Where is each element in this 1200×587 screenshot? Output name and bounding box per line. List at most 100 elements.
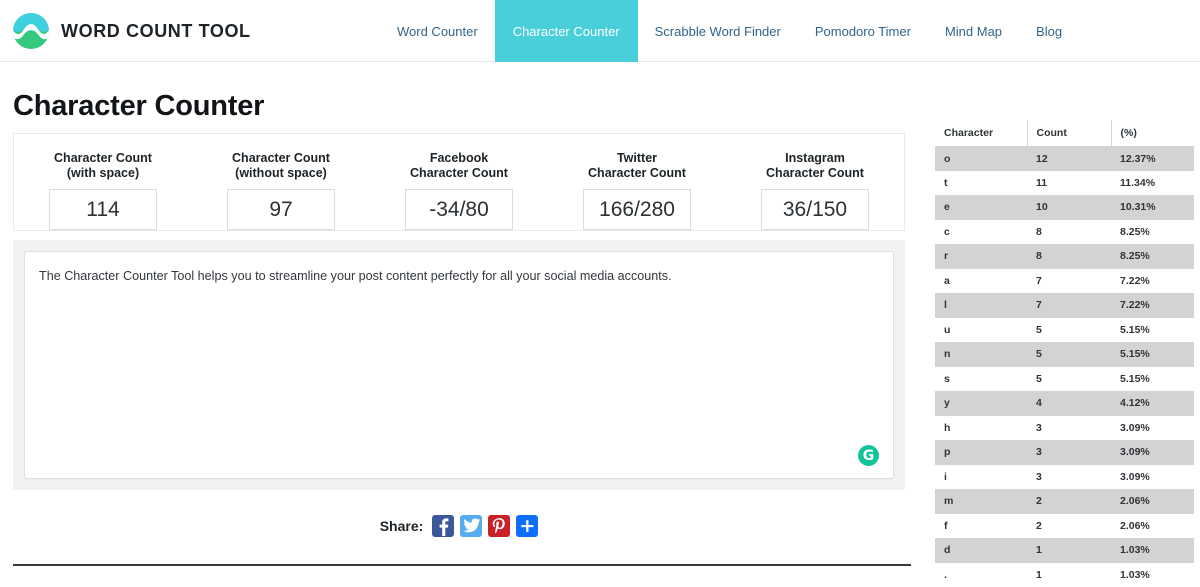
- editor-panel: The Character Counter Tool helps you to …: [13, 240, 905, 490]
- wave-circle-logo-icon: [12, 12, 50, 50]
- table-row: c88.25%: [935, 220, 1194, 245]
- cell-character: u: [935, 318, 1027, 343]
- column-header-character[interactable]: Character: [935, 120, 1027, 146]
- cell-count: 3: [1027, 440, 1111, 465]
- nav-item-character-counter[interactable]: Character Counter: [495, 0, 638, 62]
- cell-count: 8: [1027, 244, 1111, 269]
- table-row: o1212.37%: [935, 146, 1194, 171]
- table-row: .11.03%: [935, 563, 1194, 587]
- cell-percent: 3.09%: [1111, 416, 1194, 441]
- share-row: Share: +: [13, 512, 905, 540]
- cell-count: 3: [1027, 416, 1111, 441]
- cell-character: a: [935, 269, 1027, 294]
- cell-count: 5: [1027, 342, 1111, 367]
- nav-item-word-counter[interactable]: Word Counter: [380, 0, 495, 62]
- table-row: a77.22%: [935, 269, 1194, 294]
- cell-character: s: [935, 367, 1027, 392]
- table-row: t1111.34%: [935, 171, 1194, 196]
- cell-count: 1: [1027, 538, 1111, 563]
- cell-percent: 1.03%: [1111, 538, 1194, 563]
- counter-value: 166/280: [583, 189, 691, 230]
- cell-character: f: [935, 514, 1027, 539]
- cell-percent: 4.12%: [1111, 391, 1194, 416]
- twitter-share-button[interactable]: [460, 515, 482, 537]
- grammarly-glyph: G: [863, 449, 875, 463]
- cell-count: 7: [1027, 269, 1111, 294]
- cell-count: 11: [1027, 171, 1111, 196]
- plus-icon: +: [519, 518, 535, 534]
- facebook-share-button[interactable]: [432, 515, 454, 537]
- cell-percent: 3.09%: [1111, 440, 1194, 465]
- addthis-share-button[interactable]: +: [516, 515, 538, 537]
- column-header-count[interactable]: Count: [1027, 120, 1111, 146]
- cell-count: 12: [1027, 146, 1111, 171]
- cell-count: 7: [1027, 293, 1111, 318]
- cell-character: .: [935, 563, 1027, 587]
- column-header-percent[interactable]: (%): [1111, 120, 1194, 146]
- cell-percent: 7.22%: [1111, 269, 1194, 294]
- cell-character: n: [935, 342, 1027, 367]
- cell-count: 5: [1027, 367, 1111, 392]
- cell-percent: 8.25%: [1111, 220, 1194, 245]
- cell-count: 8: [1027, 220, 1111, 245]
- table-body: o1212.37%t1111.34%e1010.31%c88.25%r88.25…: [935, 146, 1194, 587]
- brand-home-link[interactable]: WORD COUNT TOOL: [12, 0, 251, 62]
- cell-percent: 7.22%: [1111, 293, 1194, 318]
- counter-twitter-character-count: Twitter Character Count 166/280: [548, 134, 726, 230]
- cell-count: 10: [1027, 195, 1111, 220]
- counter-character-count-without-space: Character Count (without space) 97: [192, 134, 370, 230]
- table-row: i33.09%: [935, 465, 1194, 490]
- table-row: s55.15%: [935, 367, 1194, 392]
- cell-percent: 1.03%: [1111, 563, 1194, 587]
- cell-character: r: [935, 244, 1027, 269]
- table-row: r88.25%: [935, 244, 1194, 269]
- counter-label: Twitter Character Count: [588, 151, 686, 181]
- site-header: WORD COUNT TOOL Word Counter Character C…: [0, 0, 1200, 62]
- counter-character-count-with-space: Character Count (with space) 114: [14, 134, 192, 230]
- table-row: u55.15%: [935, 318, 1194, 343]
- counter-facebook-character-count: Facebook Character Count -34/80: [370, 134, 548, 230]
- cell-count: 5: [1027, 318, 1111, 343]
- counter-value: 114: [49, 189, 157, 230]
- cell-character: m: [935, 489, 1027, 514]
- cell-count: 1: [1027, 563, 1111, 587]
- cell-character: e: [935, 195, 1027, 220]
- text-input-area[interactable]: The Character Counter Tool helps you to …: [24, 251, 894, 479]
- nav-item-blog[interactable]: Blog: [1019, 0, 1079, 62]
- table-row: m22.06%: [935, 489, 1194, 514]
- cell-percent: 5.15%: [1111, 367, 1194, 392]
- character-frequency-table: Character Count (%) o1212.37%t1111.34%e1…: [935, 120, 1194, 587]
- cell-character: c: [935, 220, 1027, 245]
- facebook-icon: [432, 515, 454, 537]
- counter-value: 97: [227, 189, 335, 230]
- counter-label: Facebook Character Count: [410, 151, 508, 181]
- cell-character: o: [935, 146, 1027, 171]
- cell-count: 3: [1027, 465, 1111, 490]
- table-row: e1010.31%: [935, 195, 1194, 220]
- share-label: Share:: [380, 518, 424, 534]
- cell-count: 2: [1027, 489, 1111, 514]
- cell-percent: 2.06%: [1111, 489, 1194, 514]
- nav-item-mind-map[interactable]: Mind Map: [928, 0, 1019, 62]
- cell-percent: 2.06%: [1111, 514, 1194, 539]
- bottom-divider: [13, 564, 911, 566]
- cell-count: 4: [1027, 391, 1111, 416]
- grammarly-icon[interactable]: G: [858, 445, 879, 466]
- table-row: d11.03%: [935, 538, 1194, 563]
- pinterest-share-button[interactable]: [488, 515, 510, 537]
- cell-character: t: [935, 171, 1027, 196]
- table-header: Character Count (%): [935, 120, 1194, 146]
- main-nav: Word Counter Character Counter Scrabble …: [380, 0, 1079, 62]
- cell-count: 2: [1027, 514, 1111, 539]
- cell-character: p: [935, 440, 1027, 465]
- brand-name: WORD COUNT TOOL: [61, 21, 251, 42]
- editor-text: The Character Counter Tool helps you to …: [39, 269, 672, 283]
- table-row: l77.22%: [935, 293, 1194, 318]
- nav-item-pomodoro-timer[interactable]: Pomodoro Timer: [798, 0, 928, 62]
- cell-percent: 3.09%: [1111, 465, 1194, 490]
- nav-item-scrabble-word-finder[interactable]: Scrabble Word Finder: [638, 0, 798, 62]
- cell-percent: 5.15%: [1111, 342, 1194, 367]
- cell-percent: 12.37%: [1111, 146, 1194, 171]
- cell-character: y: [935, 391, 1027, 416]
- counter-value: -34/80: [405, 189, 513, 230]
